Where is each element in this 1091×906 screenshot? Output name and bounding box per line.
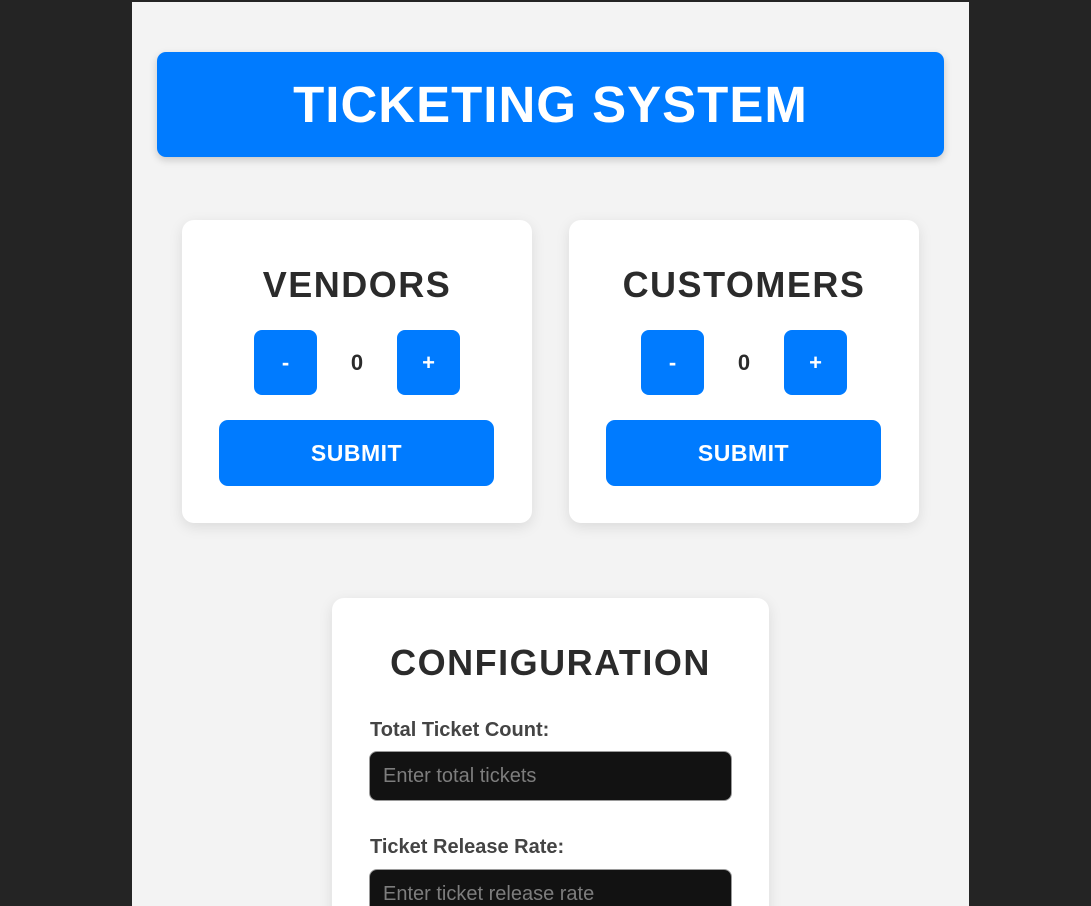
customers-submit-button[interactable]: SUBMIT — [606, 420, 881, 486]
vendors-decrement-button[interactable]: - — [254, 330, 317, 395]
vendors-submit-button[interactable]: SUBMIT — [219, 420, 494, 486]
configuration-title: CONFIGURATION — [390, 642, 711, 683]
app-header: TICKETING SYSTEM — [157, 52, 944, 157]
customers-increment-button[interactable]: + — [784, 330, 847, 395]
total-ticket-count-input[interactable] — [369, 751, 732, 801]
vendors-increment-button[interactable]: + — [397, 330, 460, 395]
vendors-title: VENDORS — [262, 264, 452, 305]
vendors-card: VENDORS - 0 + SUBMIT — [182, 220, 532, 523]
customers-stepper: - 0 + — [641, 330, 847, 395]
customers-count: 0 — [737, 350, 751, 375]
customers-decrement-button[interactable]: - — [641, 330, 704, 395]
ticket-release-rate-label: Ticket Release Rate: — [370, 836, 565, 858]
customers-title: CUSTOMERS — [622, 264, 866, 305]
page-title: TICKETING SYSTEM — [293, 76, 808, 133]
configuration-card: CONFIGURATION Total Ticket Count: Ticket… — [332, 598, 769, 906]
customers-card: CUSTOMERS - 0 + SUBMIT — [569, 220, 919, 523]
total-ticket-count-label: Total Ticket Count: — [370, 719, 550, 741]
vendors-stepper: - 0 + — [254, 330, 460, 395]
app-page: TICKETING SYSTEM VENDORS - 0 + SUBMIT CU… — [132, 2, 969, 906]
ticket-release-rate-input[interactable] — [369, 869, 732, 906]
vendors-count: 0 — [350, 350, 364, 375]
